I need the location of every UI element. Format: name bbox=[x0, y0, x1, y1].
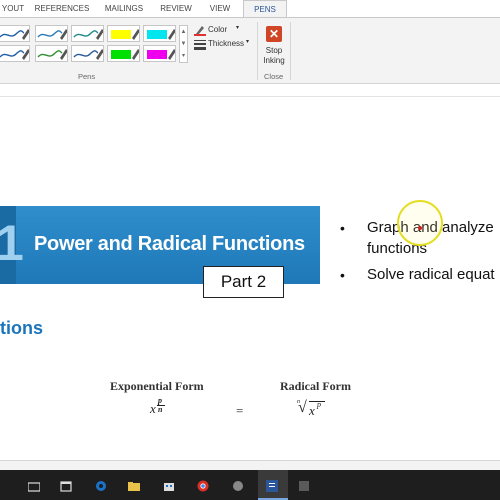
pen-swatch[interactable] bbox=[35, 25, 68, 42]
color-button[interactable]: Color ▾ bbox=[194, 24, 246, 36]
banner-title: Power and Radical Functions bbox=[34, 233, 305, 255]
radical-form-heading: Radical Form bbox=[280, 379, 351, 393]
group-separator bbox=[290, 22, 291, 80]
pen-icon bbox=[73, 29, 103, 40]
color-label: Color bbox=[208, 25, 228, 34]
tab-layout[interactable]: YOUT bbox=[0, 0, 28, 18]
rad-base: x bbox=[309, 403, 315, 418]
pen-color-icon bbox=[194, 26, 206, 36]
highlighter-icon bbox=[111, 29, 139, 40]
section-title: tions bbox=[0, 318, 43, 338]
edge-icon[interactable] bbox=[95, 480, 107, 492]
inking-label: Inking bbox=[263, 56, 285, 65]
chrome-icon[interactable] bbox=[197, 480, 209, 492]
app-icon[interactable] bbox=[232, 480, 244, 492]
close-group-label: Close bbox=[264, 72, 284, 81]
pen-icon bbox=[0, 29, 29, 40]
store-icon[interactable] bbox=[163, 480, 175, 492]
radical-sign: √ bbox=[298, 399, 307, 416]
tab-mailings[interactable]: MAILINGS bbox=[100, 0, 148, 18]
chevron-down-icon: ▾ bbox=[246, 39, 250, 45]
part-label-box: Part 2 bbox=[203, 266, 284, 298]
pens-group-label: Pens bbox=[78, 72, 96, 81]
highlighter-icon bbox=[147, 49, 175, 60]
highlighter-swatch[interactable] bbox=[143, 25, 176, 42]
folder-icon[interactable] bbox=[128, 480, 140, 492]
exp-base: x bbox=[150, 401, 156, 416]
scroll-up-icon[interactable]: ▲ bbox=[180, 26, 187, 38]
tab-pens[interactable]: PENS bbox=[243, 0, 287, 18]
exp-denominator: n bbox=[158, 405, 163, 414]
tab-view[interactable]: VIEW bbox=[204, 0, 236, 18]
exponential-form-heading: Exponential Form bbox=[110, 379, 204, 393]
pen-swatch[interactable] bbox=[0, 25, 30, 42]
scroll-down-icon[interactable]: ▼ bbox=[180, 38, 187, 50]
pen-icon bbox=[73, 49, 103, 60]
more-icon[interactable]: ▾ bbox=[180, 50, 187, 62]
ruler bbox=[0, 84, 500, 97]
thickness-icon bbox=[194, 40, 206, 50]
pen-swatch[interactable] bbox=[35, 45, 68, 62]
pen-swatch[interactable] bbox=[71, 25, 104, 42]
app-icon-2[interactable] bbox=[298, 480, 310, 492]
pen-swatch[interactable] bbox=[0, 45, 30, 62]
highlighter-swatch[interactable] bbox=[143, 45, 176, 62]
chevron-down-icon: ▾ bbox=[236, 25, 240, 31]
thickness-label: Thickness bbox=[208, 39, 245, 48]
pen-swatch[interactable] bbox=[71, 45, 104, 62]
taskbar bbox=[0, 470, 500, 500]
thickness-button[interactable]: Thickness ▾ bbox=[194, 38, 254, 50]
pointer-highlight-ring bbox=[397, 200, 443, 246]
start-icon[interactable] bbox=[28, 480, 40, 492]
tab-review[interactable]: REVIEW bbox=[156, 0, 196, 18]
highlighter-icon bbox=[111, 49, 139, 60]
pen-icon bbox=[37, 49, 67, 60]
equals-sign: = bbox=[236, 403, 244, 418]
rad-exponent: p bbox=[317, 400, 321, 409]
pointer-dot bbox=[418, 226, 422, 230]
bullet-text-2: Solve radical equat bbox=[367, 266, 495, 283]
highlighter-icon bbox=[147, 29, 175, 40]
pen-gallery-scroll[interactable]: ▲ ▼ ▾ bbox=[179, 25, 188, 63]
ribbon-tab-bar: YOUT REFERENCES MAILINGS REVIEW VIEW PEN… bbox=[0, 0, 500, 18]
tab-references[interactable]: REFERENCES bbox=[34, 0, 90, 18]
pen-icon bbox=[0, 49, 29, 60]
pen-icon bbox=[37, 29, 67, 40]
exp-numerator: p bbox=[158, 396, 162, 405]
bullet-dot: • bbox=[340, 220, 345, 236]
close-icon: ✕ bbox=[266, 26, 282, 42]
file-explorer-icon[interactable] bbox=[60, 480, 72, 492]
bullet-dot: • bbox=[340, 267, 345, 283]
stop-inking-button[interactable]: ✕ Stop Inking bbox=[258, 22, 290, 70]
word-icon[interactable] bbox=[266, 480, 278, 492]
highlighter-swatch[interactable] bbox=[107, 45, 140, 62]
stop-label: Stop bbox=[265, 46, 283, 55]
chapter-number: 1 bbox=[0, 215, 24, 271]
highlighter-swatch[interactable] bbox=[107, 25, 140, 42]
